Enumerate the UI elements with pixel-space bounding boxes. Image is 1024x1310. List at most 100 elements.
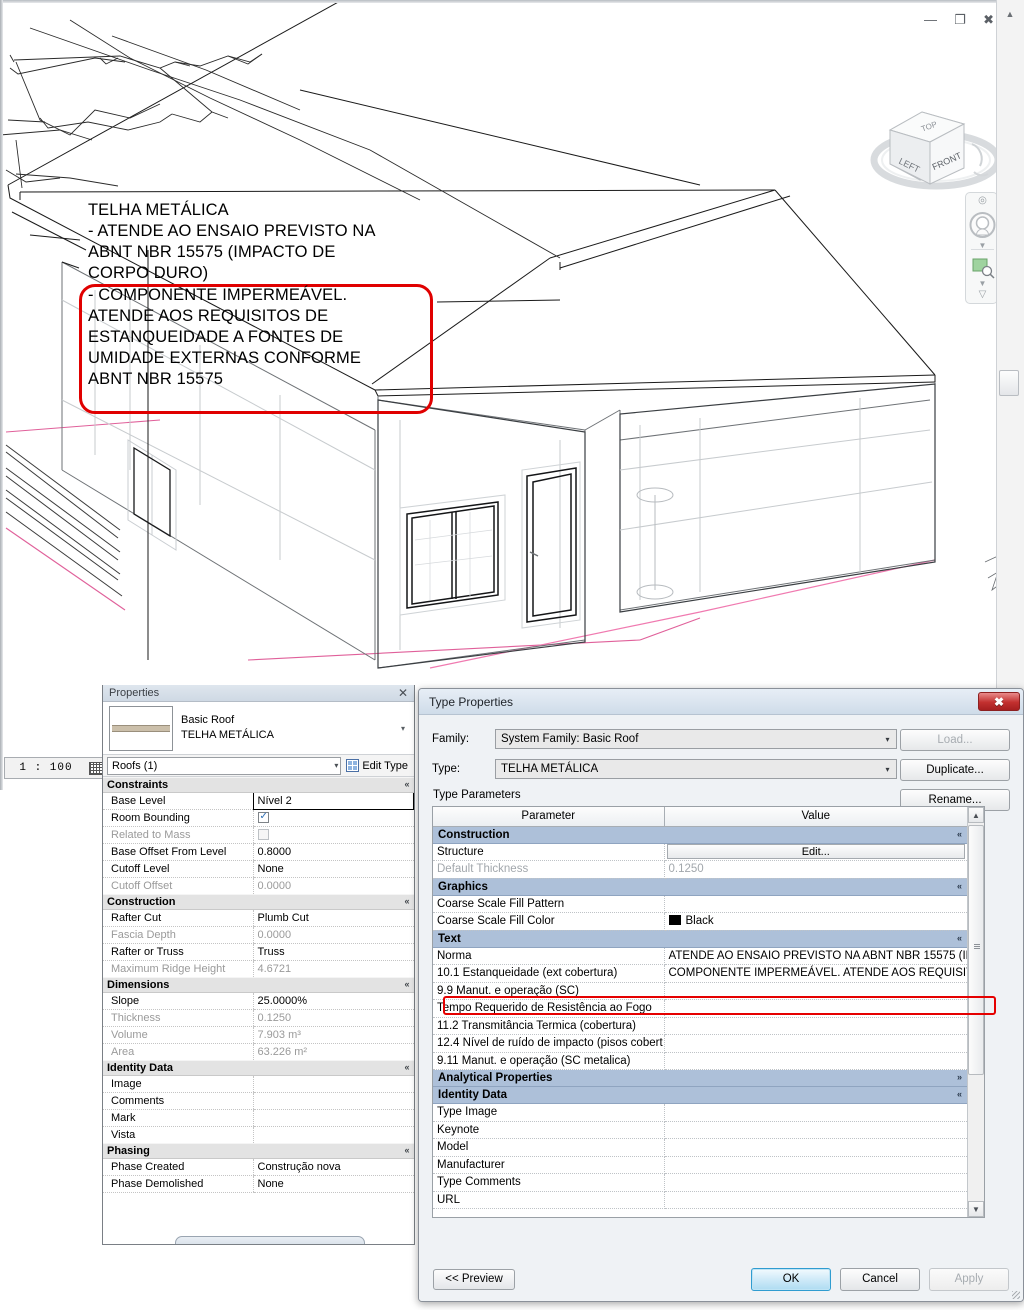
property-value[interactable]: 0.8000	[252, 843, 414, 861]
parameter-group-header[interactable]: Identity Data «	[433, 1086, 967, 1104]
view-cube[interactable]: TOP LEFT FRONT	[868, 72, 1008, 202]
property-row[interactable]: Rafter or Truss Truss	[103, 943, 414, 961]
parameter-row[interactable]: Model	[433, 1138, 967, 1157]
parameter-row[interactable]: 9.11 Manut. e operação (SC metalica)	[433, 1052, 967, 1070]
table-vertical-scrollbar[interactable]: ▲ ▼	[967, 807, 984, 1217]
property-row[interactable]: Mark	[103, 1109, 414, 1127]
property-row[interactable]: Base Offset From Level 0.8000	[103, 843, 414, 861]
property-value[interactable]	[252, 826, 414, 844]
property-group-header[interactable]: Dimensions «	[103, 977, 414, 993]
preview-button[interactable]: << Preview	[433, 1268, 515, 1290]
property-row[interactable]: Cutoff Offset 0.0000	[103, 877, 414, 895]
parameter-row[interactable]: Coarse Scale Fill Color Black	[433, 912, 967, 931]
property-row[interactable]: Fascia Depth 0.0000	[103, 926, 414, 944]
property-value[interactable]: Nível 2	[252, 792, 414, 810]
property-row[interactable]: Area 63.226 m²	[103, 1043, 414, 1061]
parameter-row[interactable]: Structure Edit...	[433, 843, 967, 861]
window-controls[interactable]: — ❐ ✖	[924, 10, 994, 28]
load-button[interactable]: Load...	[900, 729, 1010, 751]
parameter-value[interactable]	[664, 1052, 967, 1070]
property-group-header[interactable]: Construction «	[103, 894, 414, 910]
3d-model-view[interactable]: TELHA METÁLICA - ATENDE AO ENSAIO PREVIS…	[0, 0, 1024, 790]
property-row[interactable]: Phase Demolished None	[103, 1175, 414, 1193]
collapse-chevron-icon[interactable]: «	[404, 896, 409, 906]
property-value[interactable]	[252, 809, 414, 827]
type-properties-dialog[interactable]: Type Properties ✖ Load... Duplicate... R…	[418, 688, 1024, 1302]
dialog-titlebar[interactable]: Type Properties ✖	[419, 689, 1023, 715]
property-group-header[interactable]: Constraints «	[103, 777, 414, 793]
parameter-value[interactable]: 0.1250	[664, 860, 967, 879]
view-scale-widget[interactable]: 1 : 100	[4, 757, 108, 779]
collapse-chevron-icon[interactable]: «	[404, 979, 409, 989]
property-value[interactable]	[252, 1126, 414, 1144]
scroll-up-icon[interactable]: ▲	[1002, 6, 1018, 22]
parameter-row[interactable]: 9.9 Manut. e operação (SC)	[433, 982, 967, 1000]
property-row[interactable]: Thickness 0.1250	[103, 1009, 414, 1027]
properties-titlebar[interactable]: Properties ✕	[103, 685, 414, 702]
zoom-window-icon[interactable]	[966, 255, 999, 279]
properties-bottom-tab[interactable]	[175, 1236, 365, 1244]
chevron-down-icon[interactable]: ▾	[334, 761, 338, 770]
parameter-value[interactable]	[664, 999, 967, 1018]
parameter-row[interactable]: Manufacturer	[433, 1156, 967, 1174]
navigation-bar[interactable]: ◎ ▼ ▼ ▽	[965, 192, 998, 304]
property-row[interactable]: Rafter Cut Plumb Cut	[103, 909, 414, 927]
parameter-row[interactable]: Default Thickness 0.1250	[433, 860, 967, 879]
duplicate-button[interactable]: Duplicate...	[900, 759, 1010, 781]
family-combo[interactable]: System Family: Basic Roof ▾	[495, 729, 897, 749]
parameter-group-header[interactable]: Construction «	[433, 826, 967, 844]
parameter-row[interactable]: URL	[433, 1191, 967, 1209]
property-row[interactable]: Cutoff Level None	[103, 860, 414, 878]
instance-selector-row[interactable]: Roofs (1) ▾ Edit Type	[103, 755, 414, 777]
parameter-group-header[interactable]: Graphics «	[433, 878, 967, 896]
property-value[interactable]: 0.0000	[252, 877, 414, 895]
parameter-value[interactable]	[664, 1173, 967, 1192]
parameter-value[interactable]	[664, 895, 967, 913]
scroll-up-arrow[interactable]: ▲	[968, 807, 984, 823]
parameter-row[interactable]: Norma ATENDE AO ENSAIO PREVISTO NA ABNT N…	[433, 947, 967, 965]
property-row[interactable]: Volume 7.903 m³	[103, 1026, 414, 1044]
property-value[interactable]: None	[252, 1175, 414, 1193]
property-value[interactable]: 25.0000%	[252, 992, 414, 1010]
collapse-chevron-icon[interactable]: «	[404, 779, 409, 789]
chevron-down-icon-nav-2[interactable]: ▼	[966, 279, 999, 288]
property-row[interactable]: Base Level Nível 2	[103, 792, 414, 810]
collapse-chevron-icon[interactable]: «	[404, 1062, 409, 1072]
parameter-value[interactable]: Edit...	[664, 843, 967, 861]
parameter-row[interactable]: Coarse Scale Fill Pattern	[433, 895, 967, 913]
property-row[interactable]: Comments	[103, 1092, 414, 1110]
parameter-row[interactable]: 11.2 Transmitância Termica (cobertura)	[433, 1017, 967, 1035]
scroll-thumb[interactable]	[968, 825, 984, 1075]
type-parameters-table-container[interactable]: Parameter Value Construction «Structure Edit…	[432, 806, 985, 1218]
properties-palette[interactable]: Properties ✕ Basic Roof TELHA METÁLICA ▾…	[102, 685, 415, 1245]
instance-category-combo[interactable]: Roofs (1) ▾	[107, 756, 342, 775]
parameter-group-header[interactable]: Analytical Properties»	[433, 1069, 967, 1087]
resize-handle[interactable]	[1012, 1291, 1020, 1299]
nav-minimize-icon[interactable]: ▽	[966, 289, 999, 300]
chevron-down-icon[interactable]: ▾	[401, 724, 408, 733]
property-row[interactable]: Related to Mass	[103, 826, 414, 844]
parameter-value[interactable]	[664, 1138, 967, 1157]
property-value[interactable]	[252, 1109, 414, 1127]
parameter-value[interactable]	[664, 1156, 967, 1174]
property-value[interactable]: None	[252, 860, 414, 878]
collapse-chevron-icon[interactable]: »	[957, 1072, 962, 1082]
property-row[interactable]: Vista	[103, 1126, 414, 1144]
parameter-row[interactable]: Type Image	[433, 1103, 967, 1122]
type-combo[interactable]: TELHA METÁLICA ▾	[495, 759, 897, 779]
close-icon[interactable]: ✖	[983, 13, 994, 26]
property-row[interactable]: Image	[103, 1075, 414, 1093]
color-swatch[interactable]	[668, 915, 681, 926]
property-value[interactable]: 0.1250	[252, 1009, 414, 1027]
collapse-chevron-icon[interactable]: «	[957, 829, 962, 839]
collapse-chevron-icon[interactable]: «	[957, 933, 962, 943]
chevron-down-icon[interactable]: ▾	[879, 735, 896, 744]
parameter-value[interactable]	[664, 1103, 967, 1122]
parameter-group-header[interactable]: Text «	[433, 930, 967, 948]
type-selector[interactable]: Basic Roof TELHA METÁLICA ▾	[103, 702, 414, 755]
property-value[interactable]	[252, 1075, 414, 1093]
checkbox[interactable]	[257, 828, 269, 840]
view-scroll-thumb[interactable]	[999, 370, 1019, 396]
minimize-icon[interactable]: —	[924, 13, 937, 26]
parameter-value[interactable]	[664, 1034, 967, 1053]
